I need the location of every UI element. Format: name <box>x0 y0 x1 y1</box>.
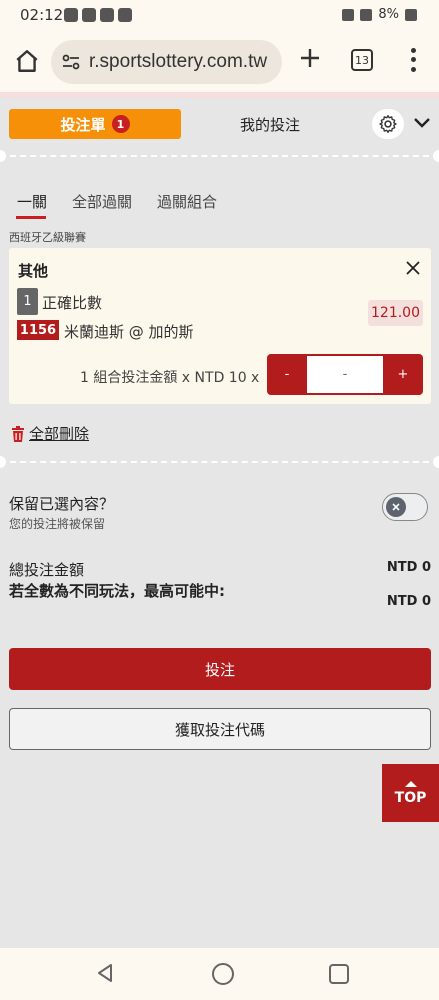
keep-selection-toggle[interactable] <box>382 493 428 521</box>
place-bet-button[interactable]: 投注 <box>9 648 431 690</box>
trash-icon <box>12 425 24 442</box>
back-icon[interactable] <box>94 962 116 984</box>
gear-icon <box>379 115 397 133</box>
delete-all-label: 全部刪除 <box>29 425 90 443</box>
chevron-down-icon[interactable] <box>413 116 431 130</box>
status-bar: 02:12 8% <box>0 0 439 32</box>
tab-betslip[interactable]: 投注單 1 <box>9 109 181 139</box>
stake-decrease-button[interactable]: - <box>267 354 307 395</box>
more-menu-icon[interactable] <box>404 46 422 74</box>
league-name: 西班牙乙級聯賽 <box>9 231 86 244</box>
betslip-count-badge: 1 <box>111 115 130 133</box>
site-settings-icon[interactable] <box>61 52 81 72</box>
new-tab-icon[interactable] <box>298 46 322 70</box>
arrow-up-icon <box>404 780 417 787</box>
battery-level: 8% <box>378 7 399 22</box>
tab-parlay-combo[interactable]: 過關組合 <box>157 191 217 212</box>
recent-apps-icon[interactable] <box>329 964 349 984</box>
stake-label: 1 組合投注金額 x NTD 10 x <box>80 370 260 386</box>
status-time: 02:12 <box>20 6 64 24</box>
top-label: TOP <box>394 789 427 806</box>
bet-category: 其他 <box>18 262 49 280</box>
tab-switcher-button[interactable]: 13 <box>351 49 373 71</box>
game-code-badge: 1156 <box>17 320 59 340</box>
tab-all-parlay[interactable]: 全部過關 <box>72 191 132 212</box>
odds-value: 121.00 <box>368 300 423 326</box>
toggle-knob <box>386 497 406 517</box>
total-stake-value: NTD 0 <box>386 560 431 575</box>
stake-increase-button[interactable]: + <box>383 354 423 395</box>
home-nav-icon[interactable] <box>212 963 234 985</box>
notification-icon <box>64 8 78 22</box>
match-teams: 米蘭迪斯 @ 加的斯 <box>64 323 194 341</box>
settings-button[interactable] <box>372 109 404 139</box>
home-icon[interactable] <box>14 48 40 74</box>
notification-icons <box>64 8 132 22</box>
total-stake-label: 總投注金額 <box>9 561 85 579</box>
tab-my-bets[interactable]: 我的投注 <box>200 109 340 139</box>
betslip-tab-label: 投注單 <box>60 115 106 134</box>
back-to-top-button[interactable]: TOP <box>382 764 439 822</box>
delete-all-button[interactable]: 全部刪除 <box>11 423 89 444</box>
divider <box>0 150 439 162</box>
url-text: r.sportslottery.com.tw <box>89 51 268 72</box>
x-icon <box>392 503 400 511</box>
stake-input[interactable]: - <box>307 356 383 393</box>
stake-stepper: - - + <box>267 354 423 395</box>
close-icon[interactable] <box>405 260 421 276</box>
bet-card: 其他 1 正確比數 121.00 1156 米蘭迪斯 @ 加的斯 1 組合投注金… <box>9 248 431 404</box>
keep-selection-subtitle: 您的投注將被保留 <box>9 517 106 531</box>
status-right: 8% <box>342 7 417 22</box>
betslip-page: 投注單 1 我的投注 一關 全部過關 過關組合 西班牙乙級聯賽 其他 1 正確比… <box>0 92 439 948</box>
divider <box>0 456 439 468</box>
max-win-label: 若全數為不同玩法，最高可能中: <box>9 582 226 600</box>
market-name: 正確比數 <box>42 294 103 312</box>
system-nav-bar <box>0 948 439 1000</box>
alarm-icon <box>342 8 355 21</box>
notification-icon <box>100 8 114 22</box>
address-bar[interactable]: r.sportslottery.com.tw <box>51 40 282 84</box>
get-bet-code-button[interactable]: 獲取投注代碼 <box>9 708 431 750</box>
signal-icon <box>360 8 373 21</box>
market-number-badge: 1 <box>17 288 38 315</box>
max-win-value: NTD 0 <box>386 594 431 609</box>
tab-single[interactable]: 一關 <box>17 191 47 212</box>
active-tab-indicator <box>16 216 46 219</box>
browser-toolbar: r.sportslottery.com.tw 13 <box>0 32 439 92</box>
notification-icon <box>118 8 132 22</box>
battery-icon <box>405 8 417 21</box>
notification-icon <box>82 8 96 22</box>
keep-selection-title: 保留已選內容？ <box>9 495 115 513</box>
